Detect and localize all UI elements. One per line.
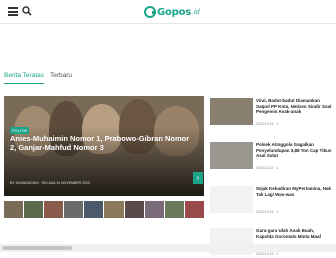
thumbnail[interactable] xyxy=(144,201,164,218)
headline-meta: BY HASANUDDIN · SELASA 14 NOVEMBER 2023 xyxy=(10,181,90,185)
news-thumbnail[interactable] xyxy=(210,186,253,213)
thumbnail[interactable] xyxy=(84,201,104,218)
news-title[interactable]: Polsek Atinggola Gagalkan Penyelundupan … xyxy=(256,142,332,159)
tab-terbaru[interactable]: Terbaru xyxy=(50,72,72,84)
list-item[interactable]: Polsek Atinggola Gagalkan Penyelundupan … xyxy=(210,140,334,172)
thumbnail[interactable] xyxy=(44,201,64,218)
scrollbar-thumb[interactable] xyxy=(2,246,72,250)
site-header: Gopos .id xyxy=(0,0,336,24)
news-title[interactable]: Gara-gara Ulah Anak Buah, Kapolda Goront… xyxy=(256,228,332,239)
thumbnail[interactable] xyxy=(4,201,24,218)
news-meta: 2023/11/13 · 1 xyxy=(256,166,279,170)
thumbnail[interactable] xyxy=(184,201,204,218)
list-item[interactable]: Sejak Kehadiran MyPertamina, Hak Tak Lag… xyxy=(210,184,334,216)
logo-text: Gopos xyxy=(157,6,192,18)
list-item[interactable]: Viral, Badut-badut Diamankan Satpol PP K… xyxy=(210,96,334,128)
news-thumbnail[interactable] xyxy=(210,142,253,169)
thumbnail[interactable] xyxy=(164,201,184,218)
news-title[interactable]: Viral, Badut-badut Diamankan Satpol PP K… xyxy=(256,98,332,115)
list-item[interactable]: Gara-gara Ulah Anak Buah, Kapolda Goront… xyxy=(210,226,334,258)
tab-berita-teratas[interactable]: Berita Teratas xyxy=(4,72,44,84)
category-badge[interactable]: POLITIK xyxy=(10,127,30,134)
news-title[interactable]: Sejak Kehadiran MyPertamina, Hak Tak Lag… xyxy=(256,186,332,197)
site-logo[interactable]: Gopos .id xyxy=(144,4,199,20)
slider-thumbnails xyxy=(4,201,204,218)
horizontal-scrollbar[interactable] xyxy=(0,244,336,252)
news-meta: 2023/11/13 · 1 xyxy=(256,210,279,214)
logo-tld: .id xyxy=(192,8,200,16)
news-tabs: Berita Teratas Terbaru xyxy=(4,72,72,84)
search-icon[interactable] xyxy=(22,6,32,16)
news-meta: 2023/11/13 · 1 xyxy=(256,122,279,126)
menu-icon[interactable] xyxy=(8,7,18,16)
thumbnail[interactable] xyxy=(104,201,124,218)
headline-title[interactable]: Anies-Muhaimin Nomor 1, Prabowo-Gibran N… xyxy=(10,134,195,152)
logo-icon xyxy=(144,6,156,18)
news-thumbnail[interactable] xyxy=(210,98,253,125)
thumbnail[interactable] xyxy=(24,201,44,218)
next-slide-button[interactable]: › xyxy=(193,172,203,184)
news-meta: 2023/11/13 · 1 xyxy=(256,252,279,256)
thumbnail[interactable] xyxy=(64,201,84,218)
thumbnail[interactable] xyxy=(124,201,144,218)
